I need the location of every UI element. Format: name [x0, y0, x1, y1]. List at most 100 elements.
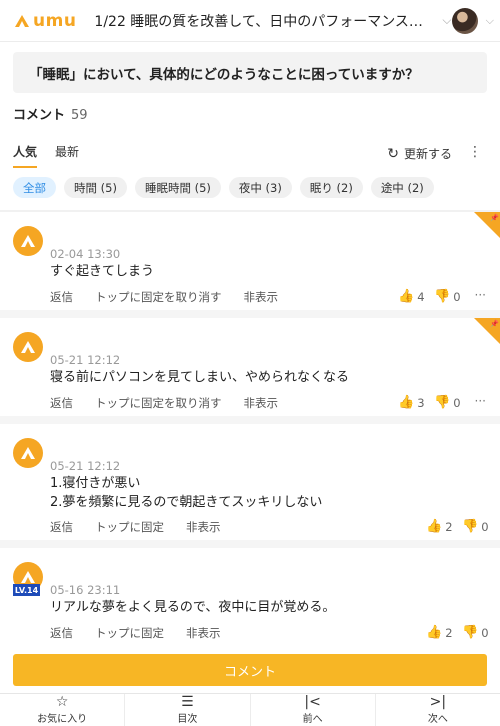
table-of-contents-button[interactable]: ☰ 目次 — [125, 694, 251, 726]
comment-more-icon[interactable]: ··· — [475, 288, 486, 302]
thumb-up-icon: 👍 — [398, 289, 415, 304]
reply-button[interactable]: 返信 — [50, 395, 73, 411]
comment-line: 1.寝付きが悪い — [50, 476, 141, 491]
hide-button[interactable]: 非表示 — [186, 519, 221, 535]
filter-chip[interactable]: 睡眠時間 (5) — [134, 177, 221, 198]
comment-item: 📌 02-04 13:30 すぐ起きてしまう 返信 トップに固定を取り消す 非表… — [0, 212, 500, 318]
thumb-down-icon: 👎 — [462, 519, 479, 534]
chevron-down-icon[interactable]: ⌵ — [442, 13, 451, 28]
user-avatar[interactable] — [452, 8, 478, 34]
thumb-down-icon: 👎 — [434, 395, 451, 410]
comment-line: 2.夢を頻繁に見るので朝起きてスッキリしない — [50, 495, 323, 510]
dislike-button[interactable]: 👎 0 — [462, 519, 489, 534]
hide-button[interactable]: 非表示 — [186, 625, 221, 641]
thumb-up-icon: 👍 — [398, 395, 415, 410]
account-chevron-icon[interactable]: ⌵ — [486, 14, 494, 28]
like-count: 2 — [445, 519, 453, 534]
filter-chip[interactable]: 夜中 (3) — [228, 177, 292, 198]
umu-avatar-icon — [21, 235, 35, 247]
bottom-nav: ☆ お気に入り ☰ 目次 |< 前へ >| 次へ — [0, 693, 500, 726]
comment-date: 02-04 13:30 — [50, 247, 121, 261]
umu-avatar-icon — [21, 571, 35, 583]
unpin-button[interactable]: トップに固定を取り消す — [95, 289, 222, 305]
unpin-button[interactable]: トップに固定を取り消す — [95, 395, 222, 411]
like-count: 3 — [417, 395, 425, 410]
menu-icon: ☰ — [181, 694, 194, 710]
comment-item: 📌 05-21 12:12 寝る前にパソコンを見てしまい、やめられなくなる 返信… — [0, 318, 500, 424]
comment-button[interactable]: コメント — [13, 654, 487, 686]
comment-more-icon[interactable]: ··· — [475, 394, 486, 408]
next-icon: >| — [429, 694, 447, 710]
favorite-button[interactable]: ☆ お気に入り — [0, 694, 126, 726]
umu-logo-icon — [15, 14, 29, 27]
dislike-count: 0 — [481, 519, 489, 534]
question-box: 「睡眠」において、具体的にどのようなことに困っていますか？ — [13, 52, 487, 93]
comment-date: 05-16 23:11 — [50, 583, 121, 597]
comment-actions: 返信 トップに固定を取り消す 非表示 — [50, 395, 300, 411]
refresh-button[interactable]: ↻ 更新する — [387, 145, 452, 162]
hide-button[interactable]: 非表示 — [244, 395, 279, 411]
avatar[interactable] — [13, 332, 43, 362]
tab-latest[interactable]: 最新 — [55, 143, 79, 168]
thumb-down-icon: 👎 — [462, 625, 479, 640]
previous-label: 前へ — [302, 714, 323, 725]
logo-text: umu — [33, 10, 77, 31]
like-button[interactable]: 👍 2 — [426, 625, 453, 640]
thumb-up-icon: 👍 — [426, 625, 443, 640]
reply-button[interactable]: 返信 — [50, 625, 73, 641]
filter-chip[interactable]: 眠り (2) — [299, 177, 363, 198]
filter-chip[interactable]: 時間 (5) — [64, 177, 127, 198]
dislike-count: 0 — [481, 625, 489, 640]
comment-text: リアルな夢をよく見るので、夜中に目が覚める。 — [50, 598, 335, 617]
umu-logo[interactable]: umu — [14, 11, 76, 31]
filter-chip-all[interactable]: 全部 — [13, 177, 56, 198]
top-bar: umu 1/22 睡眠の質を改善して、日中のパフォーマンスをあげよ… ⌵ ⌵ — [0, 0, 500, 42]
hide-button[interactable]: 非表示 — [244, 289, 279, 305]
contents-label: 目次 — [177, 714, 198, 725]
comment-line: リアルな夢をよく見るので、夜中に目が覚める。 — [50, 600, 336, 615]
course-title[interactable]: 1/22 睡眠の質を改善して、日中のパフォーマンスをあげよ… — [94, 11, 434, 31]
pin-button[interactable]: トップに固定 — [95, 625, 164, 641]
like-button[interactable]: 👍 2 — [426, 519, 453, 534]
next-button[interactable]: >| 次へ — [376, 694, 500, 726]
comment-text: すぐ起きてしまう — [50, 262, 154, 281]
comment-count: コメント 59 — [13, 104, 88, 123]
dislike-button[interactable]: 👎 0 — [462, 625, 489, 640]
avatar[interactable] — [13, 438, 43, 468]
comment-text: 1.寝付きが悪い 2.夢を頻繁に見るので朝起きてスッキリしない — [50, 474, 322, 512]
dislike-count: 0 — [453, 395, 461, 410]
pin-icon: 📌 — [490, 214, 499, 222]
like-count: 4 — [417, 289, 425, 304]
like-button[interactable]: 👍 4 — [398, 289, 425, 304]
pin-icon: 📌 — [490, 320, 499, 328]
comment-item: 05-21 12:12 1.寝付きが悪い 2.夢を頻繁に見るので朝起きてスッキリ… — [0, 424, 500, 548]
dislike-count: 0 — [453, 289, 461, 304]
pin-button[interactable]: トップに固定 — [95, 519, 164, 535]
previous-button[interactable]: |< 前へ — [251, 694, 376, 726]
avatar[interactable] — [13, 226, 43, 256]
more-options-icon[interactable]: ⋮ — [468, 144, 482, 160]
filter-chips: 全部 時間 (5) 睡眠時間 (5) 夜中 (3) 眠り (2) 途中 (2) — [13, 177, 442, 198]
prev-icon: |< — [304, 694, 321, 710]
dislike-button[interactable]: 👎 0 — [434, 395, 461, 410]
reply-button[interactable]: 返信 — [50, 519, 73, 535]
star-icon: ☆ — [55, 694, 69, 710]
tab-popular[interactable]: 人気 — [13, 143, 38, 168]
refresh-icon: ↻ — [387, 145, 399, 162]
dislike-button[interactable]: 👎 0 — [434, 289, 461, 304]
sort-tabs: 人気 最新 — [13, 143, 97, 168]
comment-actions: 返信 トップに固定 非表示 — [50, 519, 243, 535]
next-label: 次へ — [427, 714, 448, 725]
like-count: 2 — [445, 625, 453, 640]
like-button[interactable]: 👍 3 — [398, 395, 425, 410]
comment-actions: 返信 トップに固定を取り消す 非表示 — [50, 289, 300, 305]
favorite-label: お気に入り — [37, 714, 88, 725]
refresh-label: 更新する — [403, 147, 452, 161]
comment-line: すぐ起きてしまう — [50, 264, 155, 279]
level-badge: LV.14 — [13, 584, 40, 596]
thumb-up-icon: 👍 — [426, 519, 443, 534]
filter-chip[interactable]: 途中 (2) — [370, 177, 434, 198]
comment-line: 寝る前にパソコンを見てしまい、やめられなくなる — [50, 370, 350, 385]
reply-button[interactable]: 返信 — [50, 289, 73, 305]
comment-item: LV.14 05-16 23:11 リアルな夢をよく見るので、夜中に目が覚める。… — [0, 548, 500, 654]
